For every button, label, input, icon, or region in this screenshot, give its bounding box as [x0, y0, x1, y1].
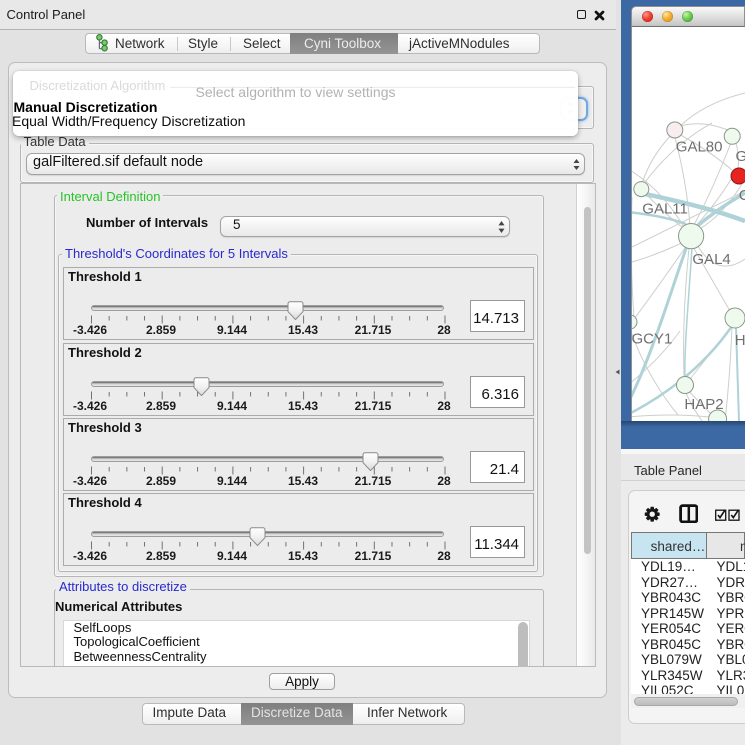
- svg-text:GA: GA: [736, 148, 745, 165]
- svg-text:HI: HI: [735, 332, 745, 349]
- svg-text:GAL11: GAL11: [642, 201, 688, 218]
- svg-text:GAL80: GAL80: [676, 139, 723, 156]
- svg-text:C: C: [739, 187, 745, 204]
- svg-text:GAL4: GAL4: [692, 251, 730, 268]
- svg-text:GCY1: GCY1: [632, 331, 672, 348]
- svg-text:HAP2: HAP2: [684, 396, 723, 413]
